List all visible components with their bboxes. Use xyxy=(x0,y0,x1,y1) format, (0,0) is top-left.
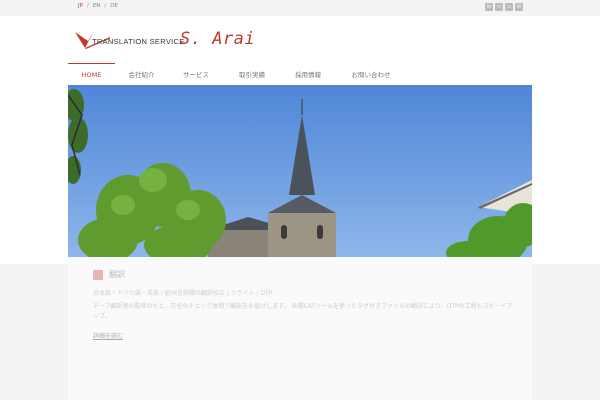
top-bar: JP / EN / DE in < ▫ ✉ xyxy=(0,0,600,16)
lang-en-link[interactable]: EN xyxy=(93,3,101,9)
mail-icon[interactable]: ✉ xyxy=(515,3,523,11)
lang-separator: / xyxy=(104,3,107,9)
lang-jp-link[interactable]: JP xyxy=(78,3,83,9)
nav-item-careers[interactable]: 採用情報 xyxy=(280,63,336,85)
document-icon xyxy=(93,269,103,280)
nav-item-company[interactable]: 会社紹介 xyxy=(115,63,168,85)
section-description: チーフ翻訳者の監修のもと、万全のチェック体制で翻訳をお届けします。 各種CATツ… xyxy=(93,303,513,320)
service-section: 翻訳 日本語・ドイツ語・英語 / 欧州言語間の翻訳校正 / リライト / DTP… xyxy=(68,257,532,400)
logo-name-text: S. Arai xyxy=(180,29,256,49)
rss-icon[interactable]: ▫ xyxy=(505,3,513,11)
linkedin-icon[interactable]: in xyxy=(485,3,493,11)
lang-de-link[interactable]: DE xyxy=(110,3,118,9)
section-title: 翻訳 xyxy=(109,270,125,279)
language-switcher: JP / EN / DE xyxy=(78,3,118,9)
main-nav: HOME 会社紹介 サービス 取引実績 採用情報 お問い合わせ xyxy=(68,63,406,85)
section-tags: 日本語・ドイツ語・英語 / 欧州言語間の翻訳校正 / リライト / DTP xyxy=(93,290,273,297)
nav-item-services[interactable]: サービス xyxy=(168,63,224,85)
section-heading: 翻訳 xyxy=(93,269,125,280)
logo-small-text: TRANSLATION SERVICE xyxy=(92,37,185,46)
read-more-link[interactable]: 詳細を読む xyxy=(93,331,123,340)
nav-item-home[interactable]: HOME xyxy=(68,63,115,85)
church-photo xyxy=(68,85,532,257)
nav-item-contact[interactable]: お問い合わせ xyxy=(336,63,406,85)
social-links: in < ▫ ✉ xyxy=(485,3,523,11)
hero-image xyxy=(68,85,532,257)
site-logo[interactable]: TRANSLATION SERVICE S. Arai xyxy=(74,29,264,55)
nav-item-clients[interactable]: 取引実績 xyxy=(224,63,280,85)
share-icon[interactable]: < xyxy=(495,3,503,11)
lang-separator: / xyxy=(86,3,89,9)
